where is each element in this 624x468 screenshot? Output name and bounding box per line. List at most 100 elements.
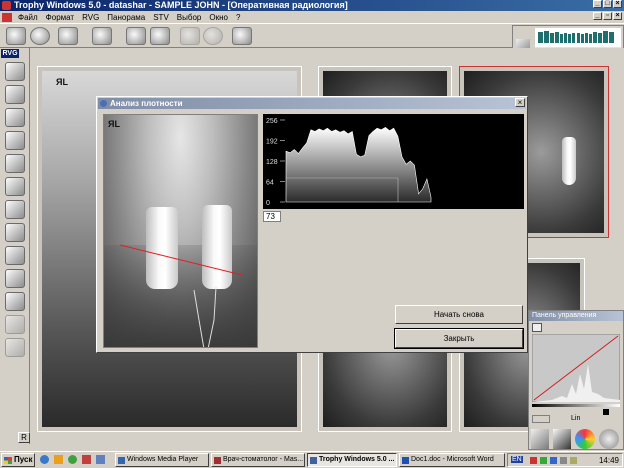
doc-icon[interactable] [2, 12, 12, 22]
profile-area [285, 127, 432, 203]
y-tick-label: 64 [266, 180, 274, 187]
printer-icon[interactable] [150, 27, 170, 45]
right-side-tag[interactable]: R [18, 432, 30, 443]
density-value-box: 73 [263, 211, 281, 222]
system-tray: EN 14:49 [507, 453, 623, 467]
start-button[interactable]: Пуск [1, 453, 35, 467]
tool-magnifier-icon[interactable] [531, 429, 549, 449]
language-indicator[interactable]: EN [511, 456, 523, 463]
wheel-icon[interactable] [203, 27, 223, 45]
minimize-button[interactable]: _ [593, 0, 602, 8]
menu-format[interactable]: Формат [42, 13, 78, 22]
window-title: Trophy Windows 5.0 - datashar - SAMPLE J… [14, 0, 348, 10]
dialog-app-icon [100, 100, 107, 107]
task-label: Windows Media Player [127, 456, 199, 463]
tooth-root-icon[interactable] [5, 108, 25, 127]
orientation-mark: ЯL [56, 77, 68, 87]
task-label: Trophy Windows 5.0 ... [319, 456, 395, 463]
task-media-player[interactable]: Windows Media Player [115, 453, 209, 467]
disc-icon[interactable] [30, 27, 50, 45]
dialog-close-icon[interactable]: × [515, 98, 525, 107]
tool-sphere-icon[interactable] [599, 429, 619, 449]
tooth-lower-icon[interactable] [5, 177, 25, 196]
y-tick-label: 192 [266, 139, 278, 146]
maximize-button[interactable]: □ [603, 0, 612, 8]
app-quick-icon[interactable] [82, 455, 91, 464]
media-quick-icon[interactable] [68, 455, 77, 464]
display-icon[interactable] [92, 27, 112, 45]
y-tick-label: 256 [266, 118, 278, 125]
menu-select[interactable]: Выбор [173, 13, 206, 22]
dialog-titlebar[interactable]: Анализ плотности [98, 98, 526, 109]
folder-icon[interactable] [6, 27, 26, 45]
dialog-title: Анализ плотности [110, 99, 183, 108]
black-point-marker[interactable] [603, 409, 609, 415]
app-icon[interactable] [2, 1, 11, 10]
task-label: Врач-стоматолог - Mas... [223, 456, 304, 463]
restart-button[interactable]: Начать снова [395, 305, 523, 324]
tooth-full-icon[interactable] [5, 246, 25, 265]
doc-window-controls: _ ▫ × [593, 12, 622, 20]
doc-minimize-button[interactable]: _ [593, 12, 602, 20]
menu-stv[interactable]: STV [149, 13, 173, 22]
windows-flag-icon [4, 457, 12, 464]
implant-shape [562, 137, 576, 185]
density-image-preview[interactable]: ЯL [103, 114, 258, 348]
window-titlebar[interactable]: Trophy Windows 5.0 - datashar - SAMPLE J… [0, 0, 624, 11]
tooth-extra-icon[interactable] [5, 338, 25, 357]
word-quick-icon[interactable] [96, 455, 105, 464]
y-tick-label: 128 [266, 159, 278, 166]
menu-help[interactable]: ? [232, 13, 244, 22]
tooth-tool-icon[interactable] [180, 27, 200, 45]
media-player-icon [118, 457, 125, 464]
tooth-molar-icon[interactable] [5, 85, 25, 104]
layout-icon[interactable] [58, 27, 78, 45]
task-trophy[interactable]: Trophy Windows 5.0 ... [307, 453, 397, 467]
density-profile-chart: 256 192 128 64 0 [263, 114, 524, 209]
tooth-crown-icon[interactable] [5, 200, 25, 219]
tray-icon-2[interactable] [540, 457, 547, 464]
tooth-premolar-icon[interactable] [5, 154, 25, 173]
tooth-sensor-icon[interactable] [5, 292, 25, 311]
control-panel: Панель управления Lin [528, 310, 624, 450]
control-panel-title: Панель управления [529, 311, 623, 321]
clock: 14:49 [598, 456, 619, 465]
tray-icon-4[interactable] [570, 457, 577, 464]
speaker-icon[interactable] [560, 457, 567, 464]
desktop-icon[interactable] [54, 455, 63, 464]
taskbar: Пуск Windows Media Player Врач-стоматоло… [0, 451, 624, 468]
tooth-bridge-icon[interactable] [5, 223, 25, 242]
tooth-canine-icon[interactable] [5, 131, 25, 150]
task-dentist[interactable]: Врач-стоматолог - Mas... [211, 453, 305, 467]
density-analysis-dialog: Анализ плотности × ЯL 256 192 128 64 0 73 На… [96, 96, 528, 353]
menu-rvg[interactable]: RVG [78, 13, 103, 22]
task-word[interactable]: Doc1.doc - Microsoft Word [399, 453, 505, 467]
exit-icon[interactable] [232, 27, 252, 45]
tooth-implant-icon[interactable] [5, 269, 25, 288]
tray-icon-1[interactable] [530, 457, 537, 464]
doc-close-button[interactable]: × [613, 12, 622, 20]
tool-color-icon[interactable] [575, 429, 595, 449]
word-icon [402, 457, 409, 464]
notebook-icon[interactable] [126, 27, 146, 45]
tool-contrast-icon[interactable] [553, 429, 571, 449]
window-controls: _ □ × [593, 0, 622, 8]
measurement-line[interactable] [104, 115, 258, 348]
ie-icon[interactable] [40, 455, 49, 464]
dentist-app-icon [214, 457, 221, 464]
doc-restore-button[interactable]: ▫ [603, 12, 612, 20]
close-dialog-button[interactable]: Закрыть [394, 328, 524, 349]
menu-file[interactable]: Файл [14, 13, 42, 22]
rvg-tool-sidebar: RVG [0, 48, 30, 444]
tooth-incisor-icon[interactable] [5, 62, 25, 81]
menu-panorama[interactable]: Панорама [103, 13, 149, 22]
gray-ramp [532, 404, 620, 407]
panel-mode-icon[interactable] [532, 323, 542, 332]
panel-left-icon[interactable] [532, 415, 550, 423]
rvg-label: RVG [1, 49, 19, 58]
close-button[interactable]: × [613, 0, 622, 8]
tone-curve-chart[interactable] [532, 334, 620, 402]
tray-icon-3[interactable] [550, 457, 557, 464]
tooth-canal-icon[interactable] [5, 315, 25, 334]
menu-window[interactable]: Окно [205, 13, 232, 22]
